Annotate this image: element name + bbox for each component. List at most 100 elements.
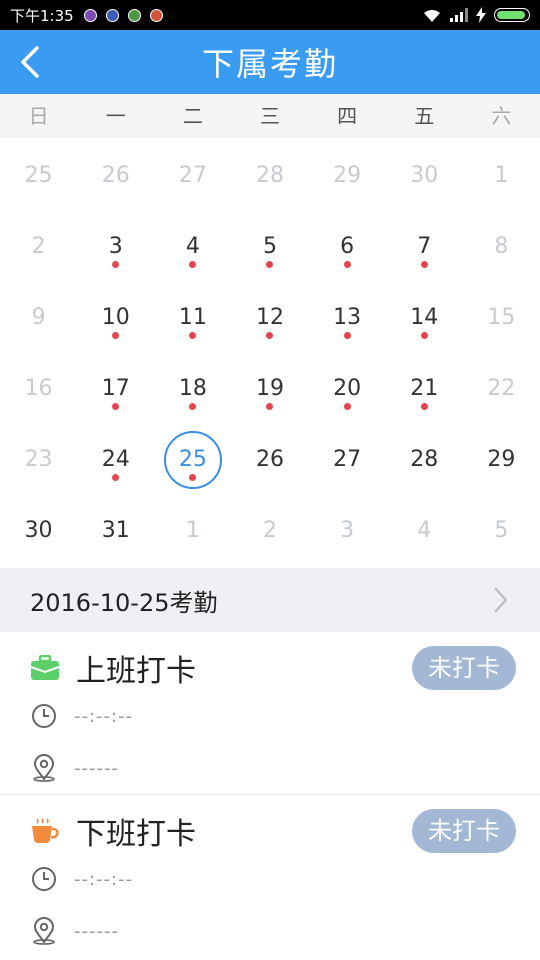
calendar-day[interactable]: 14 <box>386 282 463 353</box>
calendar-day-number: 14 <box>410 305 439 330</box>
calendar-day-number: 22 <box>487 376 516 401</box>
calendar-day-number: 21 <box>410 376 439 401</box>
calendar-day[interactable]: 7 <box>386 211 463 282</box>
back-button[interactable] <box>10 42 50 82</box>
attendance-dot <box>266 332 274 339</box>
calendar-day[interactable]: 3 <box>309 495 386 566</box>
calendar-day[interactable]: 28 <box>231 140 308 211</box>
calendar-day[interactable]: 19 <box>231 353 308 424</box>
calendar-day-number: 6 <box>340 234 355 259</box>
calendar-day[interactable]: 5 <box>231 211 308 282</box>
calendar-day[interactable]: 25 <box>0 140 77 211</box>
battery-level <box>497 11 526 19</box>
calendar-day[interactable]: 30 <box>386 140 463 211</box>
calendar-day-number: 11 <box>178 305 207 330</box>
calendar-day[interactable]: 16 <box>0 353 77 424</box>
calendar-day[interactable]: 28 <box>386 424 463 495</box>
status-bar: 下午1:35 <box>0 0 540 30</box>
calendar-day[interactable]: 2 <box>0 211 77 282</box>
calendar-day[interactable]: 26 <box>231 424 308 495</box>
calendar-day[interactable]: 18 <box>154 353 231 424</box>
weekday-label: 二 <box>182 104 203 128</box>
weekday-label: 日 <box>28 104 49 128</box>
calendar-day-number: 5 <box>262 234 277 259</box>
calendar-day[interactable]: 24 <box>77 424 154 495</box>
calendar-day-number: 29 <box>487 447 516 472</box>
calendar-day[interactable]: 4 <box>386 495 463 566</box>
calendar-day-number: 1 <box>185 518 200 543</box>
calendar-day[interactable]: 30 <box>0 495 77 566</box>
calendar-day-number: 30 <box>410 163 439 188</box>
calendar-day[interactable]: 20 <box>309 353 386 424</box>
calendar-day-number: 7 <box>417 234 432 259</box>
app-icon-4 <box>149 8 163 22</box>
weekday-label: 六 <box>491 104 512 128</box>
calendar-day[interactable]: 22 <box>463 353 540 424</box>
app-header: 下属考勤 <box>0 30 540 94</box>
attendance-dot <box>266 403 274 410</box>
calendar-day[interactable]: 15 <box>463 282 540 353</box>
calendar-day-number: 30 <box>24 518 53 543</box>
calendar-day[interactable]: 31 <box>77 495 154 566</box>
calendar-day[interactable]: 1 <box>463 140 540 211</box>
check-out-label: 下班打卡 <box>76 817 196 852</box>
calendar-day-number: 17 <box>101 376 130 401</box>
calendar-day[interactable]: 21 <box>386 353 463 424</box>
calendar-day[interactable]: 11 <box>154 282 231 353</box>
calendar-day[interactable]: 13 <box>309 282 386 353</box>
calendar-day-number: 28 <box>255 163 284 188</box>
calendar-day[interactable]: 27 <box>309 424 386 495</box>
calendar-day[interactable]: 5 <box>463 495 540 566</box>
attendance-dot <box>343 332 351 339</box>
calendar-day[interactable]: 6 <box>309 211 386 282</box>
attendance-dot <box>112 261 120 268</box>
check-out-time: --:--:-- <box>74 868 134 890</box>
check-out-record: 下班打卡 未打卡 --:--:-- ------ <box>0 795 540 957</box>
calendar-day[interactable]: 8 <box>463 211 540 282</box>
app-icon-2 <box>105 8 119 22</box>
battery-icon <box>494 8 530 22</box>
attendance-dot <box>420 403 428 410</box>
calendar-day-number: 24 <box>101 447 130 472</box>
calendar-day-number: 15 <box>487 305 516 330</box>
calendar-day-selected[interactable]: 25 <box>154 424 231 495</box>
wifi-icon <box>424 9 440 22</box>
charging-icon <box>476 7 486 23</box>
attendance-dot <box>189 332 197 339</box>
attendance-date-bar[interactable]: 2016-10-25考勤 <box>0 568 540 632</box>
attendance-dot <box>189 403 197 410</box>
calendar-day[interactable]: 3 <box>77 211 154 282</box>
attendance-dot <box>112 332 120 339</box>
calendar-day-number: 19 <box>255 376 284 401</box>
calendar-day[interactable]: 23 <box>0 424 77 495</box>
calendar-day[interactable]: 2 <box>231 495 308 566</box>
calendar-day-number: 31 <box>101 518 130 543</box>
calendar-day[interactable]: 10 <box>77 282 154 353</box>
attendance-dot <box>343 261 351 268</box>
calendar-day[interactable]: 4 <box>154 211 231 282</box>
calendar-day[interactable]: 27 <box>154 140 231 211</box>
app-icon-3 <box>127 8 141 22</box>
calendar-day[interactable]: 1 <box>154 495 231 566</box>
check-in-label: 上班打卡 <box>76 654 196 689</box>
calendar-day[interactable]: 29 <box>463 424 540 495</box>
check-in-record: 上班打卡 未打卡 --:--:-- ------ <box>0 632 540 795</box>
calendar-day[interactable]: 17 <box>77 353 154 424</box>
calendar-grid: 25 26 27 28 29 30 1 2 3 4 5 6 7 8 9 10 11 12 13 14 15 16 17 18 1… <box>0 138 540 566</box>
calendar-day[interactable]: 29 <box>309 140 386 211</box>
attendance-dot <box>112 403 120 410</box>
location-pin-icon <box>33 917 55 945</box>
check-in-time: --:--:-- <box>74 705 134 727</box>
attendance-dot <box>420 332 428 339</box>
chevron-right-icon <box>494 587 508 613</box>
calendar-day-number: 20 <box>333 376 362 401</box>
attendance-dot <box>266 261 274 268</box>
attendance-date-title: 2016-10-25考勤 <box>30 588 218 617</box>
attendance-dot <box>189 261 197 268</box>
briefcase-icon <box>30 655 60 680</box>
weekday-header: 日 一 二 三 四 五 六 <box>0 94 540 138</box>
calendar-day-number: 13 <box>333 305 362 330</box>
calendar-day[interactable]: 9 <box>0 282 77 353</box>
calendar-day[interactable]: 26 <box>77 140 154 211</box>
calendar-day[interactable]: 12 <box>231 282 308 353</box>
